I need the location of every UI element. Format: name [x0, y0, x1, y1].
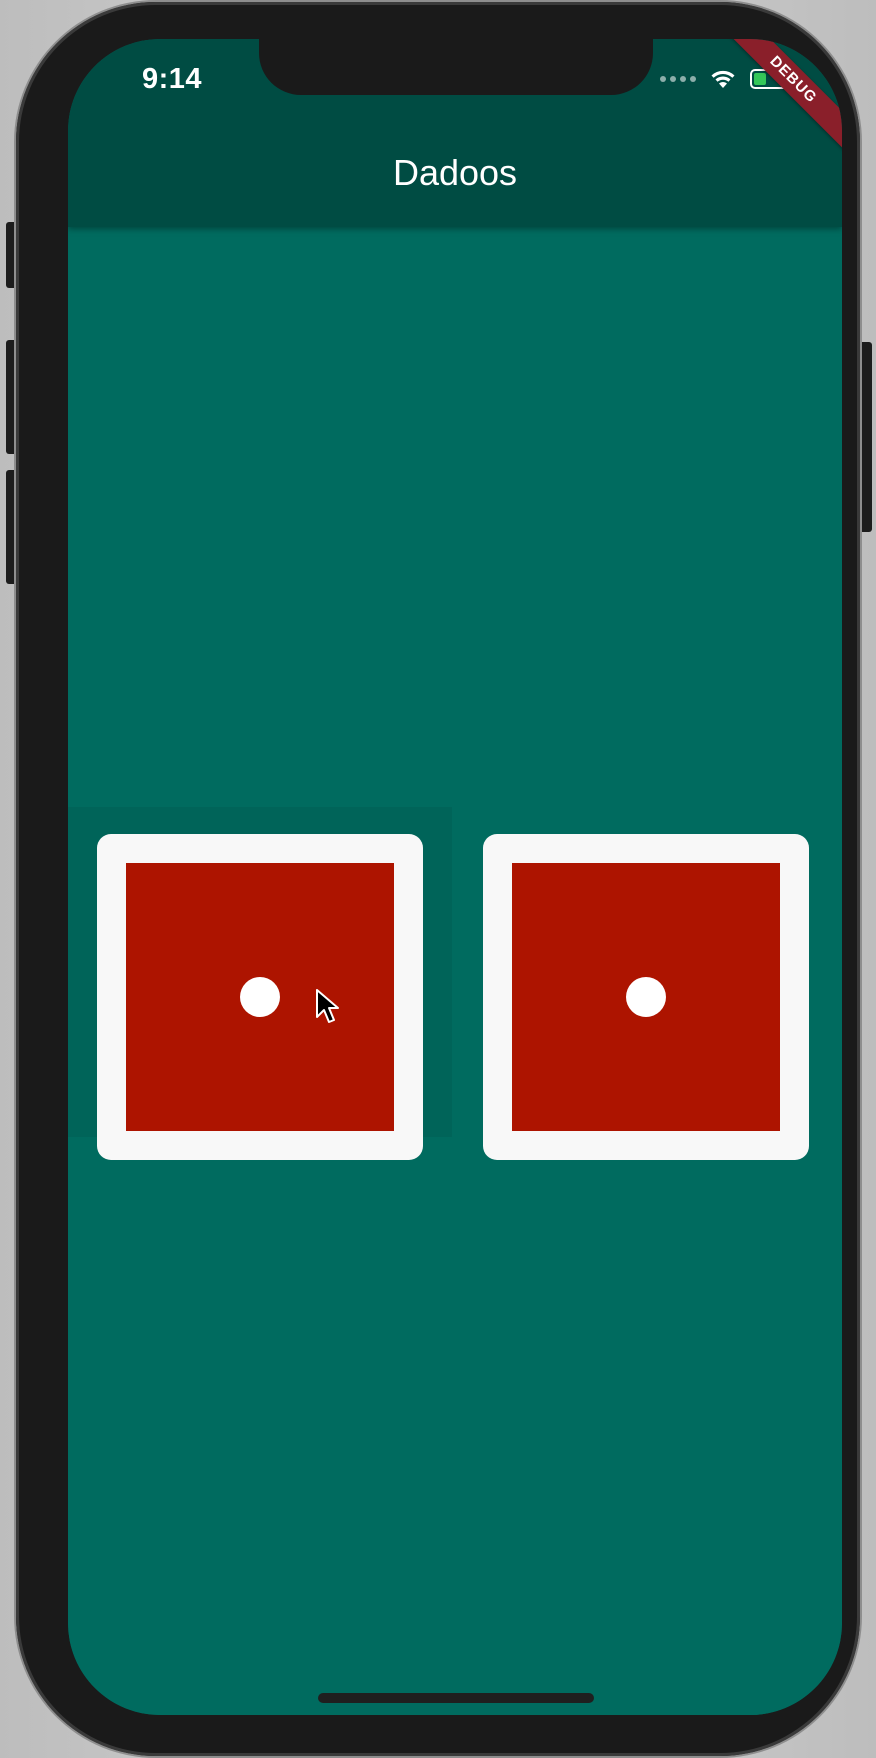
dice-pip: [240, 977, 280, 1017]
status-time: 9:14: [142, 63, 203, 95]
signal-dots-icon: [660, 76, 696, 82]
app-title: Dadoos: [392, 152, 518, 193]
phone-screen: 9:14 Dadoos DEBUG: [68, 39, 842, 1715]
left-dice-face: [126, 863, 394, 1131]
home-indicator[interactable]: [318, 1693, 594, 1703]
battery-level: [754, 73, 766, 85]
right-dice-button[interactable]: [483, 834, 809, 1160]
dice-pip: [626, 977, 666, 1017]
left-dice-button[interactable]: [97, 834, 423, 1160]
power-button: [858, 342, 872, 532]
simulator-stage: 9:14 Dadoos DEBUG: [0, 0, 876, 1758]
right-dice-face: [512, 863, 780, 1131]
phone-frame: 9:14 Dadoos DEBUG: [16, 2, 860, 1756]
notch: [259, 39, 653, 95]
wifi-icon: [711, 70, 735, 88]
mouse-pointer-icon: [316, 989, 339, 1023]
